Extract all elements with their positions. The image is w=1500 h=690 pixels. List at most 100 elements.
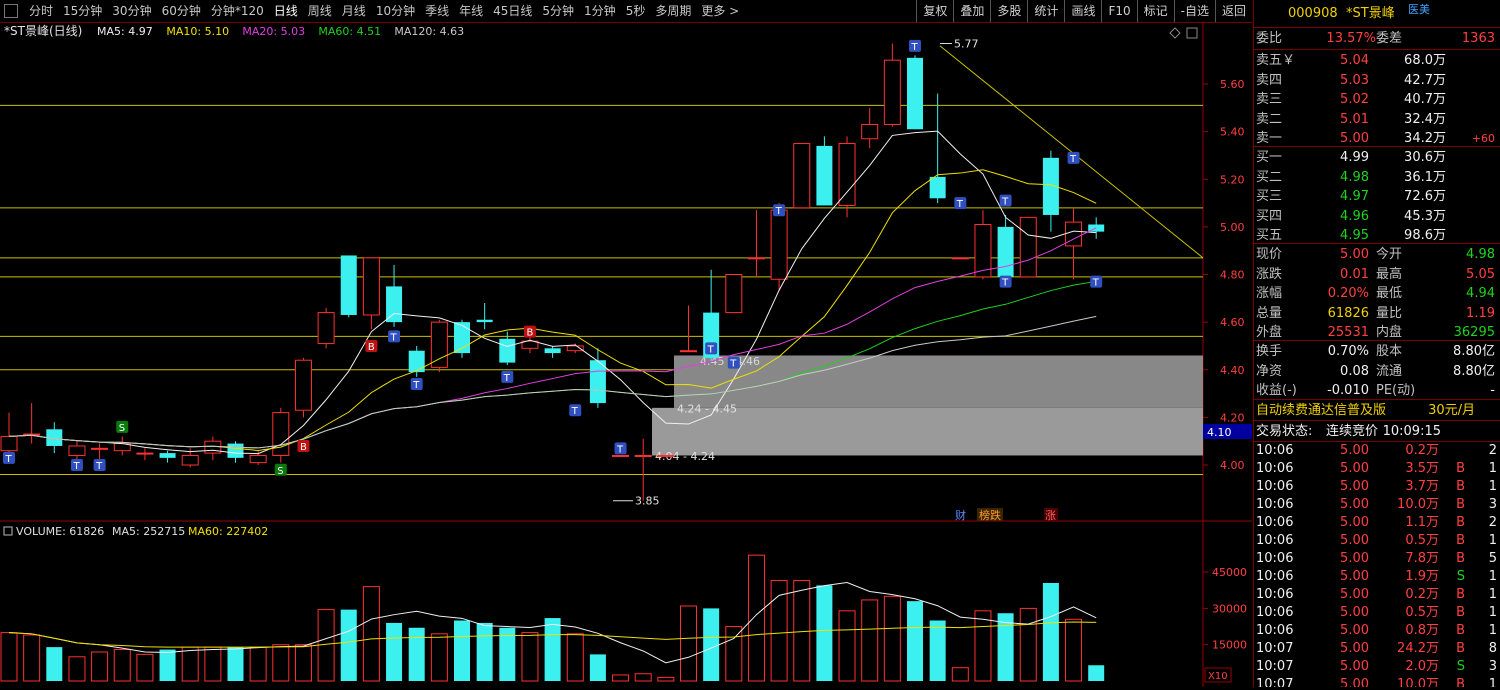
- tool-button-0[interactable]: 复权: [916, 0, 953, 22]
- price-tick-label: 4.40: [1220, 364, 1245, 377]
- trade-status-row: 交易状态: 连续竞价 10:09:15: [1254, 422, 1500, 441]
- volume-bar: [294, 644, 312, 682]
- volume-bar: [476, 622, 493, 681]
- tool-button-6[interactable]: 标记: [1136, 0, 1174, 22]
- tick-direction: S: [1456, 659, 1465, 674]
- candle-body: [272, 412, 290, 456]
- period-tab-7[interactable]: 月线: [337, 0, 371, 22]
- candle-body: [589, 360, 606, 404]
- candle-body: [181, 454, 199, 466]
- quote-panel: 000908 *ST景峰 医美 委比 13.57% 委差 1363 卖五￥ 5.04 68.0万卖…: [1253, 0, 1500, 687]
- period-tab-10[interactable]: 年线: [454, 0, 488, 22]
- period-tab-8[interactable]: 10分钟: [371, 0, 420, 22]
- tool-button-3[interactable]: 统计: [1027, 0, 1064, 22]
- volume-bar: [1088, 665, 1105, 681]
- period-tab-9[interactable]: 季线: [420, 0, 454, 22]
- stat2-label: 换手: [1256, 344, 1283, 359]
- ma-label-2: MA20: 5.03: [242, 25, 305, 38]
- tick-count: 2: [1488, 515, 1497, 530]
- tick-row: 10:07 5.00 2.0万 S 3: [1254, 657, 1500, 676]
- period-tabs: 分时 15分钟 30分钟 60分钟 分钟*120 日线 周线 月线 10分钟 季线 年线 45日线 5分…: [0, 0, 744, 22]
- period-tab-2[interactable]: 30分钟: [107, 0, 156, 22]
- square-icon: [1186, 27, 1198, 39]
- period-tab-4[interactable]: 分钟*120: [206, 0, 269, 22]
- volume-bar: [362, 586, 380, 682]
- zone-label-2: 4.24 - 4.45: [677, 403, 737, 416]
- sell-label: 卖二: [1256, 111, 1283, 127]
- stat-value: 0.01: [1340, 266, 1369, 282]
- tick-volume: 1.1万: [1405, 515, 1439, 530]
- candle-body: [362, 257, 380, 316]
- tick-direction: B: [1456, 515, 1465, 530]
- tool-button-2[interactable]: 多股: [990, 0, 1027, 22]
- candle-body: [499, 338, 516, 363]
- period-tab-1[interactable]: 15分钟: [58, 0, 107, 22]
- tick-time: 10:06: [1256, 533, 1294, 548]
- volume-toggle-icon: [3, 526, 13, 536]
- tick-time: 10:06: [1256, 623, 1294, 638]
- price-tick-label: 4.60: [1220, 316, 1245, 329]
- stat2-value-2: 8.80亿: [1453, 344, 1495, 359]
- tick-price: 5.00: [1340, 587, 1369, 602]
- sell-label: 卖五￥: [1256, 53, 1296, 68]
- candle-body: [657, 454, 675, 457]
- candle-body: [249, 454, 267, 464]
- tick-price: 5.00: [1340, 659, 1369, 674]
- volume-bar: [544, 618, 561, 681]
- kline-chart-area: 4.45 - 4.464.24 - 4.454.04 - 4.245.605.4…: [0, 22, 1252, 687]
- period-tab-11[interactable]: 45日线: [488, 0, 537, 22]
- volume-bar: [249, 646, 267, 682]
- candle-body: [997, 226, 1014, 277]
- chart-tools: 复权 叠加 多股 统计 画线 F10 标记 -自选 返回: [916, 0, 1252, 22]
- period-tab-16[interactable]: 更多 >: [696, 0, 744, 22]
- tick-count: 3: [1488, 659, 1497, 674]
- tick-price: 5.00: [1340, 569, 1369, 584]
- period-tab-0[interactable]: 分时: [24, 0, 58, 22]
- tool-button-7[interactable]: -自选: [1173, 0, 1215, 22]
- volume-tick-label: 15000: [1212, 639, 1247, 652]
- tick-direction: B: [1456, 551, 1465, 566]
- buy-label: 买三: [1256, 189, 1283, 204]
- layout-toggle-icon[interactable]: [4, 4, 18, 18]
- period-tab-13[interactable]: 1分钟: [579, 0, 621, 22]
- period-tab-15[interactable]: 多周期: [650, 0, 696, 22]
- volume-bar: [91, 651, 109, 682]
- buy-volume: 30.6万: [1404, 150, 1446, 165]
- tool-button-4[interactable]: 画线: [1064, 0, 1101, 22]
- kline-chart-svg[interactable]: 4.45 - 4.464.24 - 4.454.04 - 4.245.605.4…: [0, 22, 1252, 687]
- tick-volume: 0.5万: [1405, 533, 1439, 548]
- tick-price: 5.00: [1340, 443, 1369, 458]
- tick-price: 5.00: [1340, 623, 1369, 638]
- signal-t-marker: T: [729, 359, 737, 370]
- sell-label: 卖三: [1256, 92, 1283, 107]
- stat2-row-0: 换手 0.70% 股本 8.80亿: [1254, 342, 1500, 361]
- period-tab-12[interactable]: 5分钟: [537, 0, 579, 22]
- signal-t-marker: T: [72, 461, 80, 472]
- volume-bar: [838, 610, 856, 682]
- candle-body: [680, 350, 697, 353]
- tool-button-8[interactable]: 返回: [1214, 0, 1252, 22]
- period-tab-3[interactable]: 60分钟: [157, 0, 206, 22]
- candle-body: [929, 176, 946, 199]
- volume-bar: [181, 646, 199, 682]
- tool-button-1[interactable]: 叠加: [953, 0, 990, 22]
- period-tab-14[interactable]: 5秒: [621, 0, 651, 22]
- tick-time: 10:06: [1256, 569, 1294, 584]
- tick-row: 10:06 5.00 1.1万 B 2: [1254, 513, 1500, 532]
- subscribe-row[interactable]: 自动续费通达信普及版 30元/月: [1254, 401, 1500, 420]
- tick-price: 5.00: [1340, 641, 1369, 656]
- volume-bar: [521, 632, 539, 682]
- candle-body: [612, 454, 630, 457]
- stat2-value-2: -: [1490, 383, 1495, 398]
- tool-button-5[interactable]: F10: [1101, 0, 1136, 22]
- price-tick-label: 4.80: [1220, 269, 1245, 282]
- tick-time: 10:06: [1256, 443, 1294, 458]
- period-tab-6[interactable]: 周线: [303, 0, 337, 22]
- volume-bar: [1042, 582, 1059, 681]
- panel-divider: [1254, 27, 1500, 28]
- signal-t-marker: T: [775, 206, 783, 217]
- tick-price: 5.00: [1340, 677, 1369, 687]
- candle-body: [340, 255, 357, 315]
- period-tab-5[interactable]: 日线: [269, 0, 303, 22]
- panel-divider: [1254, 340, 1500, 341]
